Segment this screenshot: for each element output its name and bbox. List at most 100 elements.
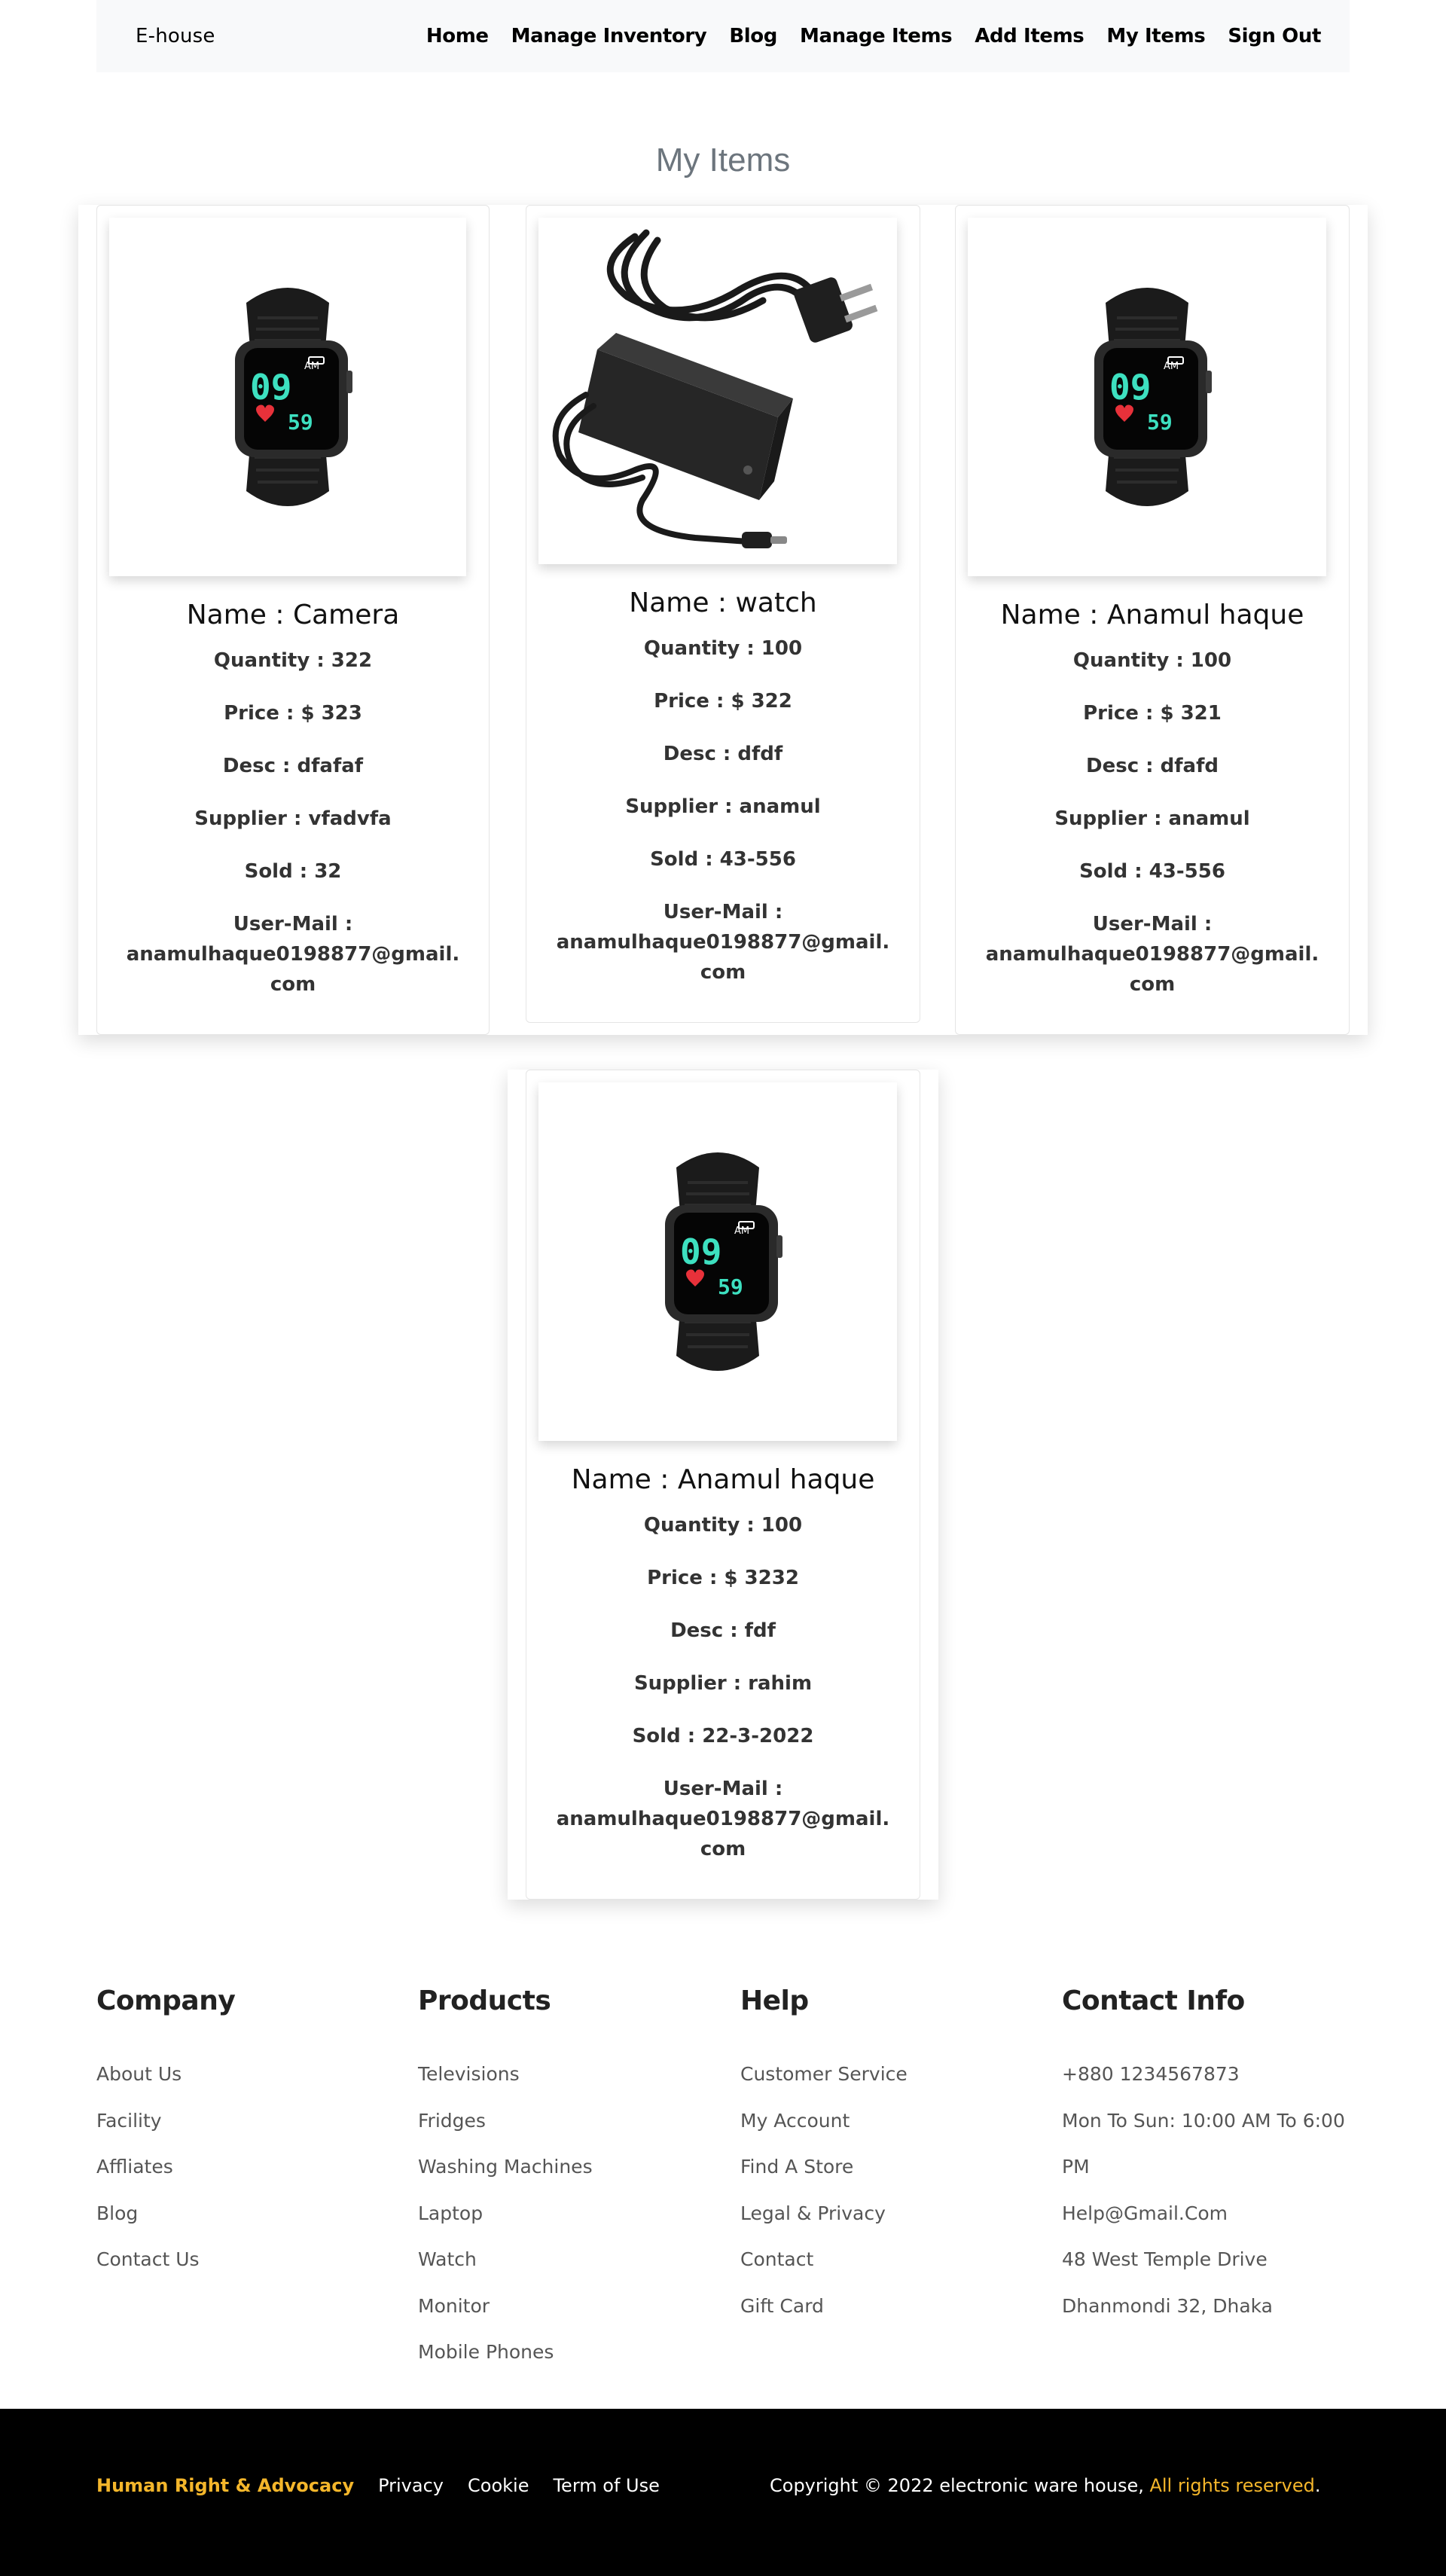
item-supplier: Supplier : anamul (625, 795, 821, 818)
item-name: Name : Anamul haque (571, 1464, 875, 1495)
footer-link-about-us[interactable]: About Us (96, 2051, 413, 2098)
footer-contact-address-1: 48 West Temple Drive (1062, 2248, 1268, 2270)
footer-link-contact[interactable]: Contact (740, 2236, 1057, 2283)
item-price: Price : $ 321 (1083, 702, 1222, 725)
item-user-mail-label: User-Mail : (663, 1778, 783, 1800)
item-user-mail: User-Mail : anamulhaque0198877@gmail.com (956, 909, 1349, 1000)
item-card-body: Name : Camera Quantity : 322 Price : $ 3… (97, 599, 489, 1000)
footer-link-watch[interactable]: Watch (418, 2236, 734, 2283)
item-image: 09 AM 59 (968, 218, 1326, 576)
footer-link-gift-card[interactable]: Gift Card (740, 2283, 1057, 2330)
item-card: Name : watch Quantity : 100 Price : $ 32… (526, 205, 920, 1023)
nav-link-blog[interactable]: Blog (729, 25, 777, 47)
footer-link-my-account[interactable]: My Account (740, 2098, 1057, 2144)
svg-text:59: 59 (1147, 410, 1173, 435)
nav-link-manage-items[interactable]: Manage Items (800, 25, 953, 47)
item-user-mail: User-Mail : anamulhaque0198877@gmail.com (97, 909, 489, 1000)
item-desc: Desc : fdf (670, 1619, 776, 1642)
item-sold: Sold : 22-3-2022 (632, 1725, 814, 1747)
copyright-text: Copyright © 2022 electronic ware house, (770, 2475, 1150, 2496)
item-price: Price : $ 322 (654, 690, 792, 713)
item-user-mail-label: User-Mail : (233, 913, 353, 935)
item-user-mail-value: anamulhaque0198877@gmail.com (556, 1808, 890, 1860)
footer-link-cookie[interactable]: Cookie (468, 2475, 529, 2496)
footer-link-find-a-store[interactable]: Find A Store (740, 2144, 1057, 2190)
item-price: Price : $ 323 (224, 702, 362, 725)
footer-link-laptop[interactable]: Laptop (418, 2190, 734, 2237)
footer-link-blog[interactable]: Blog (96, 2190, 413, 2237)
item-card-body: Name : Anamul haque Quantity : 100 Price… (956, 599, 1349, 1000)
item-quantity: Quantity : 100 (1072, 649, 1232, 672)
footer-contact-phone: +880 1234567873 (1062, 2063, 1240, 2085)
nav-link-add-items[interactable]: Add Items (975, 25, 1084, 47)
nav-links: Home Manage Inventory Blog Manage Items … (404, 25, 1322, 47)
item-user-mail-label: User-Mail : (663, 901, 783, 923)
nav-link-sign-out[interactable]: Sign Out (1228, 25, 1321, 47)
item-user-mail-value: anamulhaque0198877@gmail.com (126, 943, 460, 996)
footer-contact-info: Contact Info +880 1234567873 Mon To Sun:… (1062, 1985, 1356, 2329)
nav-link-my-items[interactable]: My Items (1106, 25, 1205, 47)
item-user-mail: User-Mail : anamulhaque0198877@gmail.com (526, 897, 920, 987)
power-adapter-icon (552, 229, 878, 548)
footer: Company About Us Facility Affliates Blog… (96, 1985, 1350, 2407)
smartwatch-icon: 09 AM 59 (235, 288, 352, 506)
nav-link-manage-inventory[interactable]: Manage Inventory (511, 25, 707, 47)
footer-advocacy[interactable]: Human Right & Advocacy (96, 2475, 354, 2496)
footer-bottom-bar: Human Right & Advocacy Privacy Cookie Te… (0, 2409, 1446, 2576)
item-name: Name : Anamul haque (1000, 600, 1304, 630)
brand-logo[interactable]: E-house (136, 25, 215, 47)
footer-link-facility[interactable]: Facility (96, 2098, 413, 2144)
item-card: 09 AM 59 Name : Camera Quantity : 322 Pr… (96, 205, 490, 1035)
item-user-mail-value: anamulhaque0198877@gmail.com (985, 943, 1319, 996)
footer-link-contact-us[interactable]: Contact Us (96, 2236, 413, 2283)
footer-link-legal-privacy[interactable]: Legal & Privacy (740, 2190, 1057, 2237)
item-user-mail: User-Mail : anamulhaque0198877@gmail.com (526, 1774, 920, 1864)
item-sold: Sold : 43-556 (650, 848, 796, 871)
footer-help: Help Customer Service My Account Find A … (740, 1985, 1057, 2329)
item-price: Price : $ 3232 (647, 1567, 799, 1589)
item-card: 09 AM 59 Name : Anamul haque Quantity : … (955, 205, 1350, 1035)
item-image: 09 AM 59 (109, 218, 466, 576)
item-supplier: Supplier : rahim (633, 1672, 813, 1695)
item-sold: Sold : 32 (244, 860, 342, 883)
svg-text:09: 09 (680, 1232, 721, 1272)
footer-link-washing-machines[interactable]: Washing Machines (418, 2144, 734, 2190)
item-supplier: Supplier : anamul (1054, 807, 1250, 830)
item-desc: Desc : dfdf (663, 743, 783, 765)
svg-text:59: 59 (718, 1274, 743, 1299)
svg-text:AM: AM (1164, 361, 1179, 372)
footer-company-title: Company (96, 1985, 236, 2016)
footer-link-term-of-use[interactable]: Term of Use (553, 2475, 659, 2496)
footer-contact-hours-2: PM (1062, 2156, 1090, 2178)
item-desc: Desc : dfafd (1086, 755, 1219, 777)
copyright-period: . (1314, 2475, 1321, 2496)
nav-link-home[interactable]: Home (426, 25, 489, 47)
footer-products: Products Televisions Fridges Washing Mac… (418, 1985, 734, 2376)
navbar: E-house Home Manage Inventory Blog Manag… (96, 0, 1350, 72)
footer-link-fridges[interactable]: Fridges (418, 2098, 734, 2144)
footer-link-privacy[interactable]: Privacy (378, 2475, 444, 2496)
item-quantity: Quantity : 100 (643, 1514, 803, 1537)
svg-text:59: 59 (288, 410, 313, 435)
item-supplier: Supplier : vfadvfa (194, 807, 392, 830)
footer-contact-title: Contact Info (1062, 1985, 1245, 2016)
item-card-body: Name : Anamul haque Quantity : 100 Price… (526, 1463, 920, 1864)
footer-contact-hours-1: Mon To Sun: 10:00 AM To 6:00 (1062, 2109, 1345, 2132)
footer-link-mobile-phones[interactable]: Mobile Phones (418, 2329, 734, 2376)
page-title: My Items (655, 142, 791, 179)
footer-company: Company About Us Facility Affliates Blog… (96, 1985, 413, 2283)
footer-contact-email: Help@Gmail.Com (1062, 2202, 1228, 2224)
footer-link-monitor[interactable]: Monitor (418, 2283, 734, 2330)
footer-link-customer-service[interactable]: Customer Service (740, 2051, 1057, 2098)
item-quantity: Quantity : 100 (643, 637, 803, 660)
footer-link-televisions[interactable]: Televisions (418, 2051, 734, 2098)
svg-text:AM: AM (304, 361, 319, 372)
footer-legal-links: Human Right & Advocacy Privacy Cookie Te… (96, 2475, 660, 2496)
smartwatch-icon: 09 AM 59 (665, 1152, 782, 1371)
item-user-mail-value: anamulhaque0198877@gmail.com (556, 931, 890, 984)
svg-text:09: 09 (1109, 367, 1151, 407)
svg-text:09: 09 (250, 367, 291, 407)
item-desc: Desc : dfafaf (222, 755, 364, 777)
footer-link-affliates[interactable]: Affliates (96, 2144, 413, 2190)
footer-copyright: Copyright © 2022 electronic ware house, … (770, 2475, 1320, 2496)
